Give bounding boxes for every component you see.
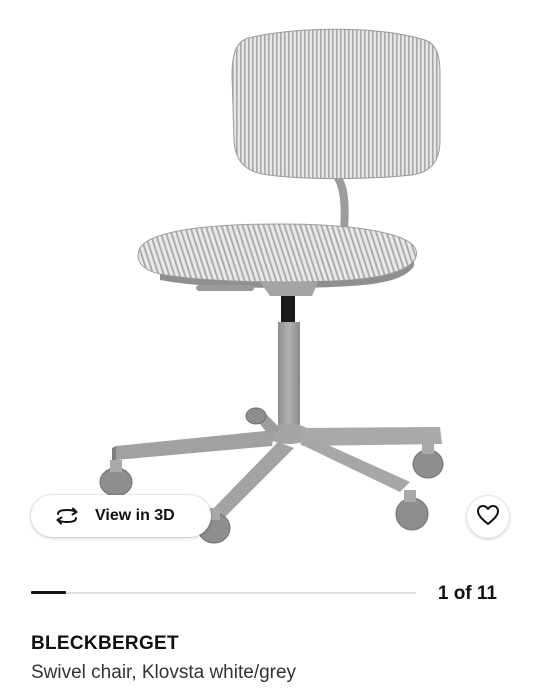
product-name: BLECKBERGET	[31, 633, 179, 654]
add-to-favourites-button[interactable]	[467, 496, 509, 538]
gallery-progress-fill	[31, 591, 66, 594]
view-in-3d-label: View in 3D	[95, 507, 175, 524]
product-image	[99, 28, 444, 544]
view-in-3d-button[interactable]: View in 3D	[31, 495, 211, 537]
rotate-3d-icon	[53, 506, 81, 526]
gallery-progress-bar	[31, 591, 416, 594]
image-counter: 1 of 11	[437, 583, 497, 604]
product-description: Swivel chair, Klovsta white/grey	[31, 662, 297, 683]
heart-outline-icon	[476, 504, 500, 531]
product-image-gallery[interactable]: View in 3D	[0, 0, 541, 570]
